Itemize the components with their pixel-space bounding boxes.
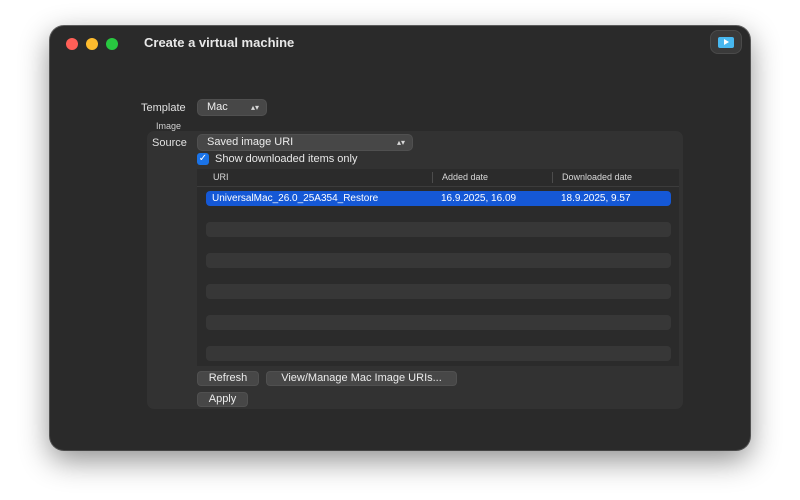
- window-controls: [66, 38, 118, 50]
- manage-image-uris-button[interactable]: View/Manage Mac Image URIs...: [266, 371, 457, 386]
- template-label: Template: [141, 102, 186, 114]
- show-downloaded-label: Show downloaded items only: [215, 153, 358, 165]
- chevron-updown-icon: ▴▾: [250, 103, 259, 112]
- zoom-window-button[interactable]: [106, 38, 118, 50]
- template-popup-value: Mac: [207, 101, 228, 113]
- row-uri: UniversalMac_26.0_25A354_Restore: [212, 193, 379, 204]
- toolbar-play-button[interactable]: [710, 30, 742, 54]
- empty-table-row: [206, 315, 671, 330]
- empty-table-row: [206, 253, 671, 268]
- apply-button[interactable]: Apply: [197, 392, 248, 407]
- empty-table-row: [206, 346, 671, 361]
- empty-table-row: [206, 284, 671, 299]
- minimize-window-button[interactable]: [86, 38, 98, 50]
- table-rows: UniversalMac_26.0_25A354_Restore 16.9.20…: [206, 191, 671, 366]
- play-video-icon: [718, 36, 734, 48]
- template-popup[interactable]: Mac ▴▾: [197, 99, 267, 116]
- source-popup-value: Saved image URI: [207, 136, 294, 148]
- column-header-added-date[interactable]: Added date: [442, 169, 488, 186]
- window-title: Create a virtual machine: [144, 35, 295, 50]
- empty-table-row: [206, 222, 671, 237]
- show-downloaded-row[interactable]: ✓ Show downloaded items only: [197, 153, 357, 165]
- table-row[interactable]: UniversalMac_26.0_25A354_Restore 16.9.20…: [206, 191, 671, 206]
- column-header-uri[interactable]: URI: [213, 169, 229, 186]
- row-added-date: 16.9.2025, 16.09: [441, 193, 517, 204]
- column-divider[interactable]: [432, 172, 433, 183]
- refresh-button[interactable]: Refresh: [197, 371, 259, 386]
- create-vm-window: Create a virtual machine Template Mac ▴▾…: [50, 26, 750, 450]
- source-label: Source: [152, 137, 187, 149]
- row-downloaded-date: 18.9.2025, 9.57: [561, 193, 631, 204]
- image-uri-table: URI Added date Downloaded date Universal…: [197, 169, 679, 366]
- image-section-label: Image: [156, 121, 182, 131]
- show-downloaded-checkbox[interactable]: ✓: [197, 153, 209, 165]
- column-divider[interactable]: [552, 172, 553, 183]
- source-popup[interactable]: Saved image URI ▴▾: [197, 134, 413, 151]
- chevron-updown-icon: ▴▾: [396, 138, 405, 147]
- column-header-downloaded-date[interactable]: Downloaded date: [562, 169, 632, 186]
- close-window-button[interactable]: [66, 38, 78, 50]
- table-header: URI Added date Downloaded date: [197, 169, 679, 187]
